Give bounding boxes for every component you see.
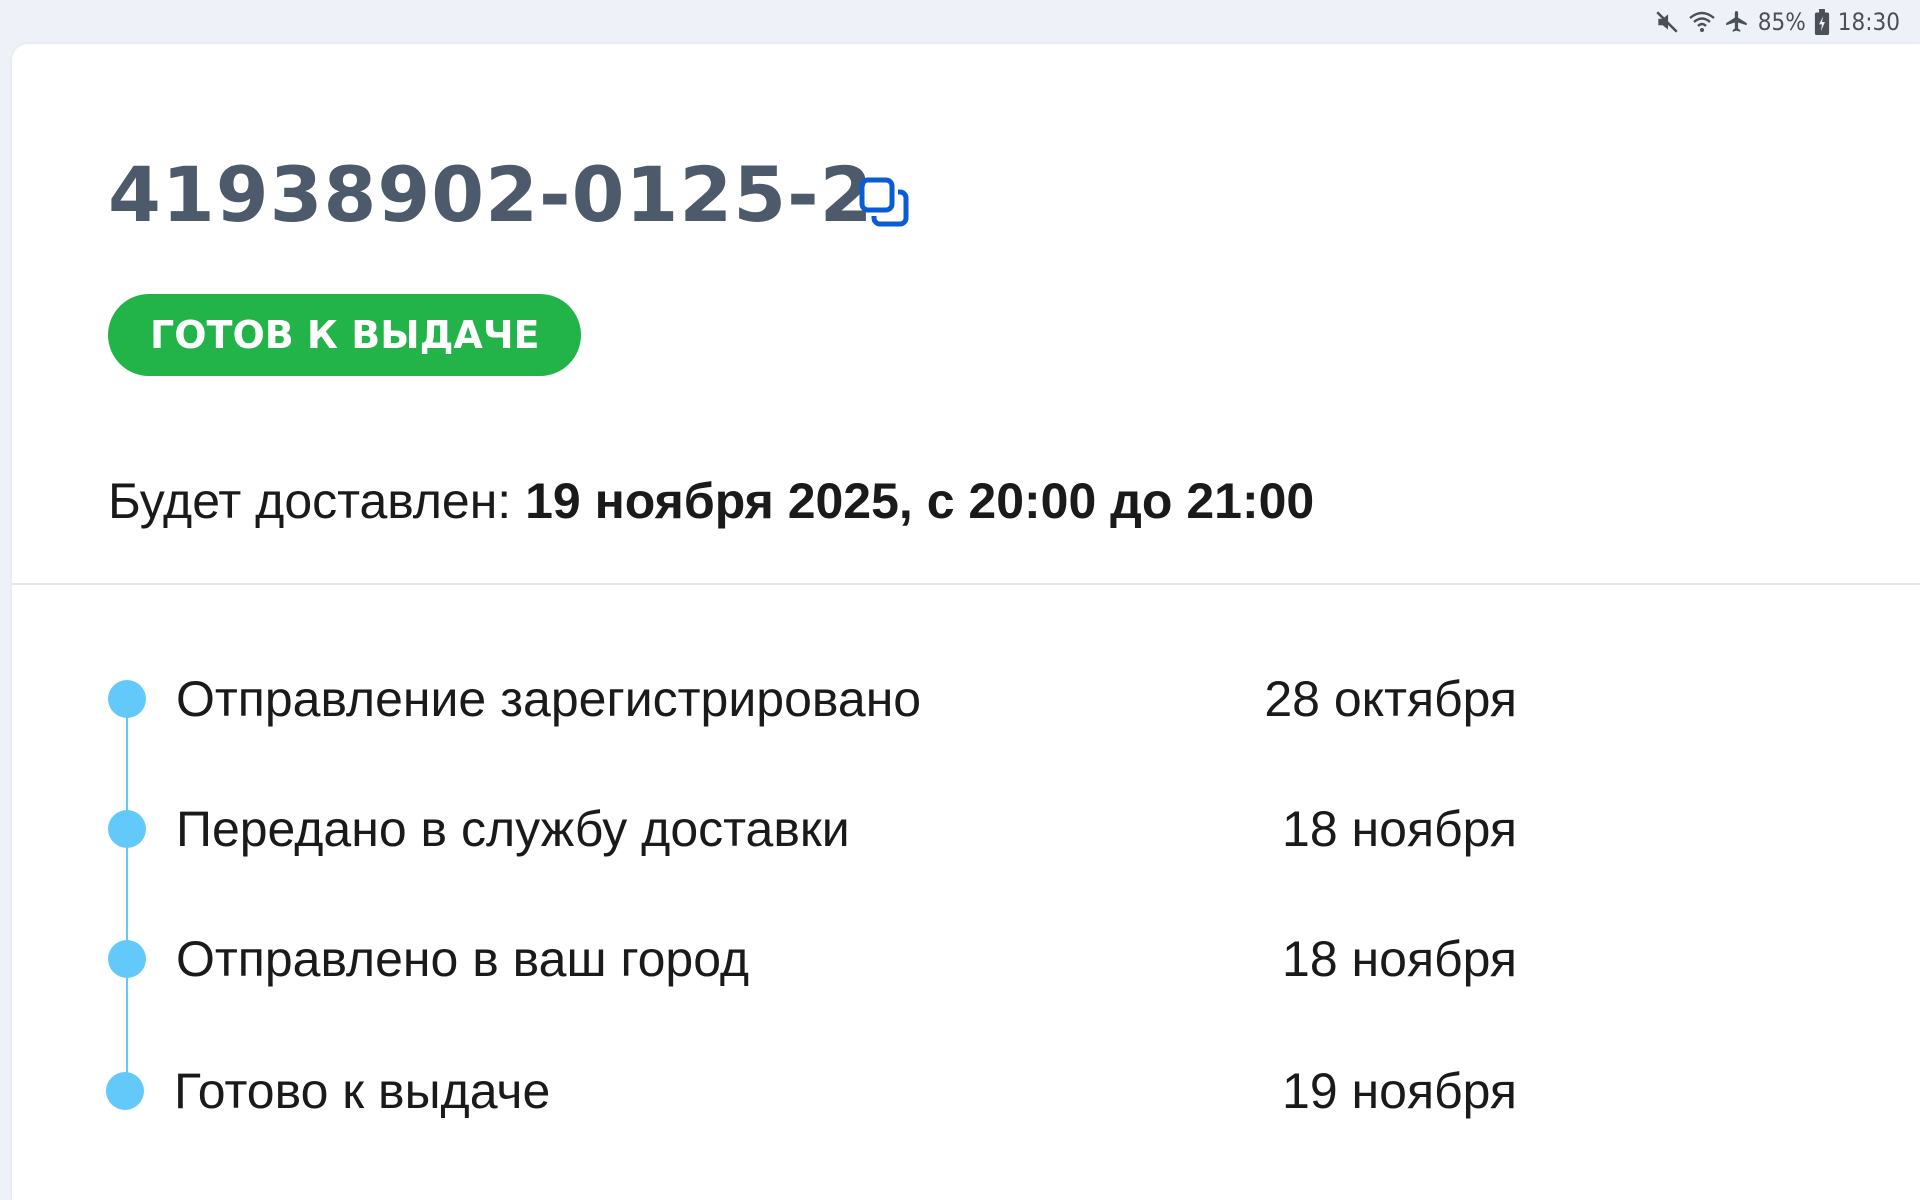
timeline-dot xyxy=(106,1072,144,1110)
timeline-connector xyxy=(126,700,128,1096)
tracking-timeline: Отправление зарегистрировано 28 октября … xyxy=(12,44,1920,1200)
battery-icon xyxy=(1814,9,1830,35)
timeline-event-date: 28 октября xyxy=(1264,671,1517,727)
status-bar: 85% 18:30 xyxy=(0,0,1920,44)
order-card: 41938902-0125-2 ГОТОВ К ВЫДАЧЕ Будет дос… xyxy=(12,44,1920,1200)
timeline-event-label: Отправление зарегистрировано xyxy=(176,671,922,727)
timeline-dot xyxy=(108,810,146,848)
status-icons: 85% 18:30 xyxy=(1654,6,1900,38)
timeline-event-date: 18 ноября xyxy=(1282,931,1517,987)
clock: 18:30 xyxy=(1837,8,1900,36)
timeline-dot xyxy=(108,680,146,718)
timeline-event-label: Отправлено в ваш город xyxy=(176,931,750,987)
timeline-event-label: Передано в службу доставки xyxy=(176,801,850,857)
airplane-mode-icon xyxy=(1724,9,1750,35)
wifi-icon xyxy=(1688,9,1716,35)
timeline-event-label: Готово к выдаче xyxy=(174,1063,551,1119)
timeline-dot xyxy=(108,940,146,978)
timeline-event-date: 19 ноября xyxy=(1282,1063,1517,1119)
timeline-event-date: 18 ноября xyxy=(1282,801,1517,857)
mute-icon xyxy=(1654,9,1680,35)
battery-percent: 85% xyxy=(1757,8,1806,36)
